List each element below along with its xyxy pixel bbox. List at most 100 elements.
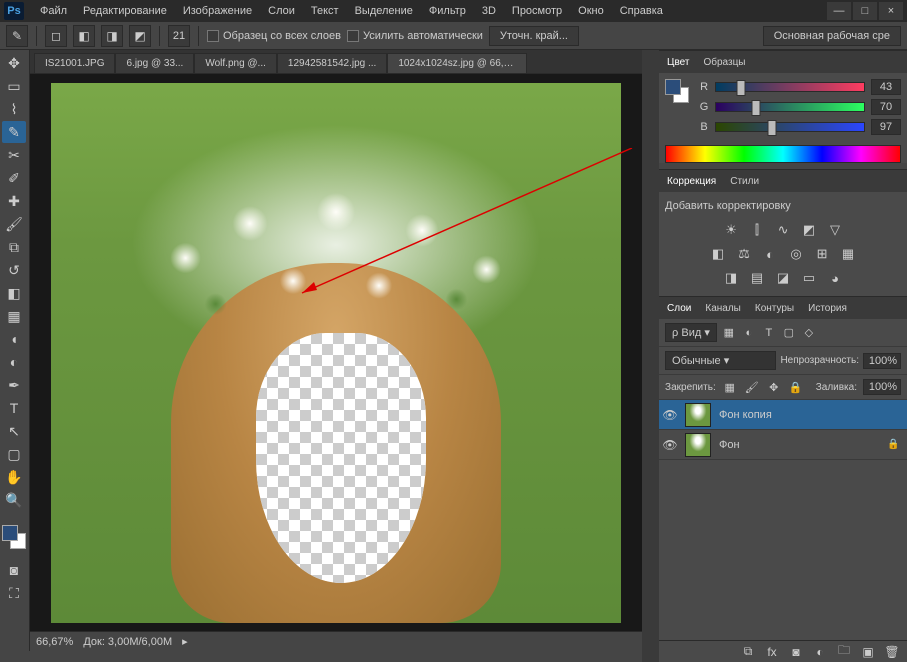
document-tab[interactable]: 1024x1024sz.jpg @ 66,7% (Фон копия, RGB/… [387, 53, 527, 73]
eraser-tool[interactable]: ◧ [2, 282, 26, 304]
menu-help[interactable]: Справка [612, 2, 671, 20]
visibility-toggle-icon[interactable]: 👁 [659, 408, 681, 422]
link-layers-icon[interactable]: ⧉ [739, 643, 757, 661]
menu-text[interactable]: Текст [303, 2, 347, 20]
eyedropper-tool[interactable]: ✐ [2, 167, 26, 189]
color-tab[interactable]: Цвет [665, 55, 691, 70]
history-tab[interactable]: История [806, 301, 849, 316]
sample-all-layers-checkbox[interactable]: Образец со всех слоев [207, 30, 341, 42]
filter-type-icon[interactable]: T [761, 325, 777, 341]
photo-filter-icon[interactable]: ◎ [786, 245, 806, 263]
history-brush-tool[interactable]: ↺ [2, 259, 26, 281]
new-layer-icon[interactable]: ▣ [859, 643, 877, 661]
layer-mask-icon[interactable]: ◙ [787, 643, 805, 661]
styles-tab[interactable]: Стили [728, 174, 761, 189]
selective-color-icon[interactable]: ◕ [825, 269, 845, 287]
lasso-tool[interactable]: ⌇ [2, 98, 26, 120]
marquee-tool[interactable]: ▭ [2, 75, 26, 97]
g-slider[interactable] [715, 102, 865, 112]
menu-image[interactable]: Изображение [175, 2, 260, 20]
foreground-color-swatch[interactable] [2, 525, 18, 541]
layer-row[interactable]: 👁 Фон 🔒 [659, 430, 907, 460]
document-tab[interactable]: 12942581542.jpg ... [277, 53, 387, 73]
menu-layers[interactable]: Слои [260, 2, 303, 20]
menu-3d[interactable]: 3D [474, 2, 504, 20]
menu-select[interactable]: Выделение [347, 2, 421, 20]
filter-shape-icon[interactable]: ▢ [781, 325, 797, 341]
filter-smart-icon[interactable]: ◇ [801, 325, 817, 341]
curves-icon[interactable]: ∿ [773, 221, 793, 239]
delete-layer-icon[interactable]: 🗑 [883, 643, 901, 661]
channels-tab[interactable]: Каналы [703, 301, 743, 316]
quick-selection-tool[interactable]: ✎ [2, 121, 26, 143]
pen-tool[interactable]: ✒ [2, 374, 26, 396]
auto-enhance-checkbox[interactable]: Усилить автоматически [347, 30, 483, 42]
color-spectrum[interactable] [665, 145, 901, 163]
layer-fx-icon[interactable]: fx [763, 643, 781, 661]
menu-window[interactable]: Окно [570, 2, 612, 20]
add-selection-icon[interactable]: ◧ [73, 25, 95, 47]
layer-thumbnail[interactable] [685, 433, 711, 457]
threshold-icon[interactable]: ◪ [773, 269, 793, 287]
visibility-toggle-icon[interactable]: 👁 [659, 438, 681, 452]
menu-edit[interactable]: Редактирование [75, 2, 175, 20]
layer-row[interactable]: 👁 Фон копия [659, 400, 907, 430]
filter-adjust-icon[interactable]: ◐ [741, 325, 757, 341]
document-tab[interactable]: Wolf.png @... [194, 53, 277, 73]
lock-pixels-icon[interactable]: 🖌 [744, 379, 760, 395]
color-panel-swatches[interactable] [665, 79, 689, 103]
window-close-button[interactable]: × [879, 2, 903, 20]
levels-icon[interactable]: ⫿ [747, 221, 767, 239]
swatches-tab[interactable]: Образцы [701, 55, 747, 70]
layer-thumbnail[interactable] [685, 403, 711, 427]
new-adjustment-icon[interactable]: ◐ [811, 643, 829, 661]
fill-input[interactable]: 100% [863, 379, 901, 395]
r-value-input[interactable]: 43 [871, 79, 901, 95]
collapsed-panels-strip[interactable] [642, 50, 659, 662]
healing-tool[interactable]: ✚ [2, 190, 26, 212]
menu-filter[interactable]: Фильтр [421, 2, 474, 20]
path-selection-tool[interactable]: ↖ [2, 420, 26, 442]
type-tool[interactable]: T [2, 397, 26, 419]
paths-tab[interactable]: Контуры [753, 301, 796, 316]
r-slider[interactable] [715, 82, 865, 92]
layers-tab[interactable]: Слои [665, 301, 693, 316]
brightness-icon[interactable]: ☀ [721, 221, 741, 239]
layer-filter-select[interactable]: ρ Вид ▾ [665, 323, 717, 342]
menu-view[interactable]: Просмотр [504, 2, 570, 20]
foreground-background-swatches[interactable] [2, 525, 26, 549]
blur-tool[interactable]: ◖ [2, 328, 26, 350]
dodge-tool[interactable]: ◐ [2, 351, 26, 373]
tool-preset-icon[interactable]: ✎ [6, 25, 28, 47]
posterize-icon[interactable]: ▤ [747, 269, 767, 287]
color-balance-icon[interactable]: ⚖ [734, 245, 754, 263]
channel-mixer-icon[interactable]: ⊞ [812, 245, 832, 263]
lock-all-icon[interactable]: 🔒 [788, 379, 804, 395]
gradient-tool[interactable]: ▦ [2, 305, 26, 327]
menu-file[interactable]: Файл [32, 2, 75, 20]
hsl-icon[interactable]: ◧ [708, 245, 728, 263]
document-tab[interactable]: 6.jpg @ 33... [115, 53, 194, 73]
new-group-icon[interactable]: 🗀 [835, 643, 853, 661]
screen-mode-tool[interactable]: ⛶ [2, 582, 26, 604]
brush-tool[interactable]: 🖌 [2, 213, 26, 235]
intersect-selection-icon[interactable]: ◩ [129, 25, 151, 47]
new-selection-icon[interactable]: ◻ [45, 25, 67, 47]
adjustments-tab[interactable]: Коррекция [665, 174, 718, 189]
lock-position-icon[interactable]: ✥ [766, 379, 782, 395]
window-maximize-button[interactable]: □ [853, 2, 877, 20]
crop-tool[interactable]: ✂ [2, 144, 26, 166]
layer-name[interactable]: Фон [715, 439, 887, 451]
blend-mode-select[interactable]: Обычные ▾ [665, 351, 776, 370]
zoom-tool[interactable]: 🔍 [2, 489, 26, 511]
b-value-input[interactable]: 97 [871, 119, 901, 135]
workspace-switcher[interactable]: Основная рабочая сре [763, 26, 901, 46]
quick-mask-tool[interactable]: ◙ [2, 559, 26, 581]
lock-transparency-icon[interactable]: ▦ [722, 379, 738, 395]
bw-icon[interactable]: ◐ [760, 245, 780, 263]
exposure-icon[interactable]: ◩ [799, 221, 819, 239]
move-tool[interactable]: ✥ [2, 52, 26, 74]
g-value-input[interactable]: 70 [871, 99, 901, 115]
filter-pixel-icon[interactable]: ▦ [721, 325, 737, 341]
window-minimize-button[interactable]: — [827, 2, 851, 20]
